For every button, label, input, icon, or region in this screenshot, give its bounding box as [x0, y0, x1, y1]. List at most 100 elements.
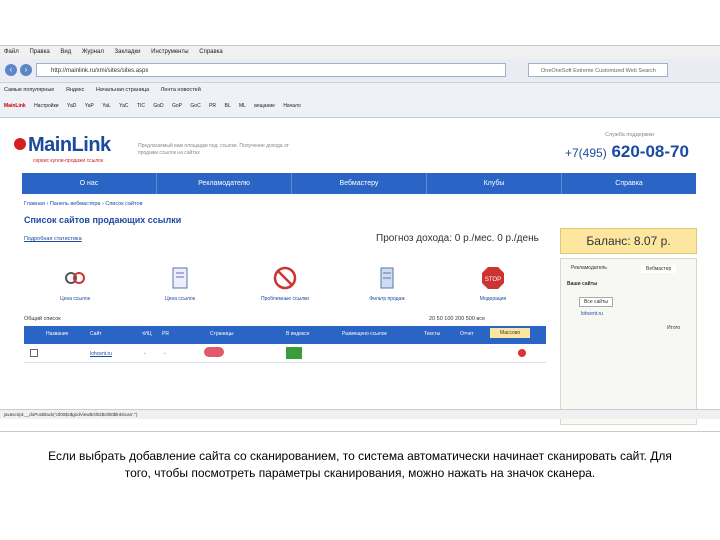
server-icon — [380, 267, 394, 289]
toolbar-item[interactable]: TIC — [137, 103, 145, 109]
delete-icon[interactable] — [518, 349, 526, 357]
menu-item[interactable]: Вид — [60, 49, 71, 55]
back-arrow-icon[interactable]: ‹ — [5, 64, 17, 76]
tool-label: Модерация — [479, 296, 507, 302]
table-header-info: Общий список 20 50 100 200 500 все — [24, 316, 546, 325]
total-label: Итого — [667, 325, 681, 331]
row-tic: - — [144, 351, 146, 357]
bookmark-item[interactable]: Самые популярные — [4, 87, 54, 93]
url-input[interactable]: http://mainlink.ru/xmi/sites/sites.aspx — [36, 63, 506, 77]
toolbar-item[interactable]: BL — [224, 103, 230, 109]
bulk-action-select[interactable]: Массово — [490, 328, 531, 338]
support-label: Служба поддержки — [605, 132, 654, 138]
bookmarks-bar: Самые популярные Яндекс Начальная страни… — [0, 83, 720, 97]
right-panel: Рекламодатель Вебмастер Ваши сайты Все с… — [560, 258, 697, 425]
nav-item-clubs[interactable]: Клубы — [427, 173, 562, 194]
row-checkbox[interactable] — [30, 349, 38, 357]
tab-advertiser[interactable]: Рекламодатель — [571, 265, 607, 271]
toolbar-item[interactable]: GoC — [190, 103, 200, 109]
nav-item-help[interactable]: Справка — [562, 173, 696, 194]
slide-caption: Если выбрать добавление сайта со сканиро… — [48, 449, 672, 480]
menu-item[interactable]: Справка — [199, 49, 223, 55]
panel-site-link[interactable]: lohcent.ru — [581, 311, 603, 317]
col-texts[interactable]: Тексты — [424, 331, 440, 337]
index-status-icon — [286, 347, 302, 359]
col-name[interactable]: Название — [46, 331, 68, 337]
toolbar-item[interactable]: GoD — [153, 103, 163, 109]
tool-label: Цена ссылок — [165, 296, 195, 302]
menu-item[interactable]: Закладки — [115, 49, 141, 55]
breadcrumb[interactable]: Главная › Панель вебмастера › Список сай… — [24, 201, 143, 207]
tool-label: Фильтр продаж — [369, 296, 405, 302]
menu-item[interactable]: Журнал — [82, 49, 104, 55]
sites-select[interactable]: Все сайты — [579, 297, 613, 307]
tab-webmaster[interactable]: Вебмастер — [641, 265, 677, 273]
toolbar-item[interactable]: Настройки — [34, 103, 59, 109]
tool-moderation[interactable]: STOP Модерация — [458, 265, 528, 302]
your-sites-label: Ваши сайты — [567, 281, 598, 287]
tool-sales-filter[interactable]: Фильтр продаж — [352, 265, 422, 302]
col-tic[interactable]: тИЦ — [142, 331, 152, 337]
col-pr[interactable]: PR — [162, 331, 169, 337]
menu-item[interactable]: Правка — [29, 49, 49, 55]
browser-screenshot: Файл Правка Вид Журнал Закладки Инструме… — [0, 45, 720, 432]
logo-subtitle: сервис купли-продажи ссылок — [33, 158, 104, 164]
forbidden-icon — [273, 266, 297, 290]
chain-icon — [65, 272, 85, 284]
nav-bar: ‹ › http://mainlink.ru/xmi/sites/sites.a… — [0, 59, 720, 83]
menu-item[interactable]: Инструменты — [151, 49, 188, 55]
extension-toolbar: MainLink Настройки YaD YaP YaL YaC TIC G… — [0, 97, 720, 118]
document-icon — [172, 267, 188, 289]
status-bar: javascript:__doPostBack('ctl00$c$gridVie… — [0, 409, 720, 419]
search-input[interactable]: OneOneSoft Extreme Customized Web Search — [528, 63, 668, 77]
mainlink-logo[interactable]: MainLink — [14, 134, 111, 157]
nav-item-about[interactable]: О нас — [22, 173, 157, 194]
toolbar-item[interactable]: вещание — [254, 103, 275, 109]
col-indexed[interactable]: В индексе — [286, 331, 310, 337]
page-size-selector[interactable]: 20 50 100 200 500 все — [429, 316, 485, 322]
row-site-link[interactable]: lohcent.ru — [90, 351, 112, 357]
income-forecast: Прогноз дохода: 0 р./мес. 0 р./день — [376, 233, 539, 244]
col-site[interactable]: Сайт — [90, 331, 102, 337]
status-text: javascript:__doPostBack('ctl00$c$gridVie… — [4, 412, 138, 417]
page-title: Список сайтов продающих ссылки — [24, 215, 182, 225]
bookmark-item[interactable]: Яндекс — [66, 87, 85, 93]
nav-item-advertiser[interactable]: Рекламодателю — [157, 173, 292, 194]
toolbar-item[interactable]: GoP — [172, 103, 182, 109]
tool-link-prices[interactable]: Цена ссылок — [40, 265, 110, 302]
toolbar-item[interactable]: Начало — [283, 103, 300, 109]
toolbar-item[interactable]: ML — [239, 103, 246, 109]
toolbar-item[interactable]: PR — [209, 103, 216, 109]
tool-link-prices-2[interactable]: Цена ссылок — [145, 265, 215, 302]
nav-item-webmaster[interactable]: Вебмастеру — [292, 173, 427, 194]
toolbar-item[interactable]: YaL — [102, 103, 111, 109]
stop-sign-icon: STOP — [482, 267, 504, 289]
toolbar-item[interactable]: MainLink — [4, 103, 26, 109]
logo-text: MainLink — [28, 134, 111, 156]
bookmark-item[interactable]: Начальная страница — [96, 87, 149, 93]
col-report[interactable]: Отчет — [460, 331, 474, 337]
stats-link[interactable]: Подробная статистика — [24, 236, 82, 242]
scanner-icon[interactable] — [204, 347, 224, 357]
toolbar-item[interactable]: YaD — [67, 103, 76, 109]
phone-number: 620-08-70 — [611, 142, 689, 161]
tool-label: Цена ссылок — [60, 296, 90, 302]
row-pr: - — [164, 351, 166, 357]
tool-problem-links[interactable]: Проблемные ссылки — [250, 265, 320, 302]
toolbar-item[interactable]: YaP — [85, 103, 94, 109]
col-pages[interactable]: Страницы — [210, 331, 233, 337]
table-row: lohcent.ru - - — [24, 346, 546, 363]
slogan: Предлагаемый вам площадки под: ссылки. П… — [138, 143, 289, 156]
balance-box: Баланс: 8.07 р. — [560, 228, 697, 254]
col-placed-links[interactable]: Размещено ссылок — [342, 331, 387, 337]
menu-bar: Файл Правка Вид Журнал Закладки Инструме… — [0, 46, 720, 59]
forward-arrow-icon[interactable]: › — [20, 64, 32, 76]
main-nav: О нас Рекламодателю Вебмастеру Клубы Спр… — [22, 173, 696, 194]
bookmark-item[interactable]: Лента новостей — [161, 87, 201, 93]
phone-prefix: +7(495) — [565, 146, 607, 160]
tool-label: Проблемные ссылки — [261, 296, 309, 302]
support-phone: +7(495) 620-08-70 — [565, 142, 689, 162]
menu-item[interactable]: Файл — [4, 49, 19, 55]
svg-text:STOP: STOP — [485, 277, 501, 283]
toolbar-item[interactable]: YaC — [119, 103, 128, 109]
